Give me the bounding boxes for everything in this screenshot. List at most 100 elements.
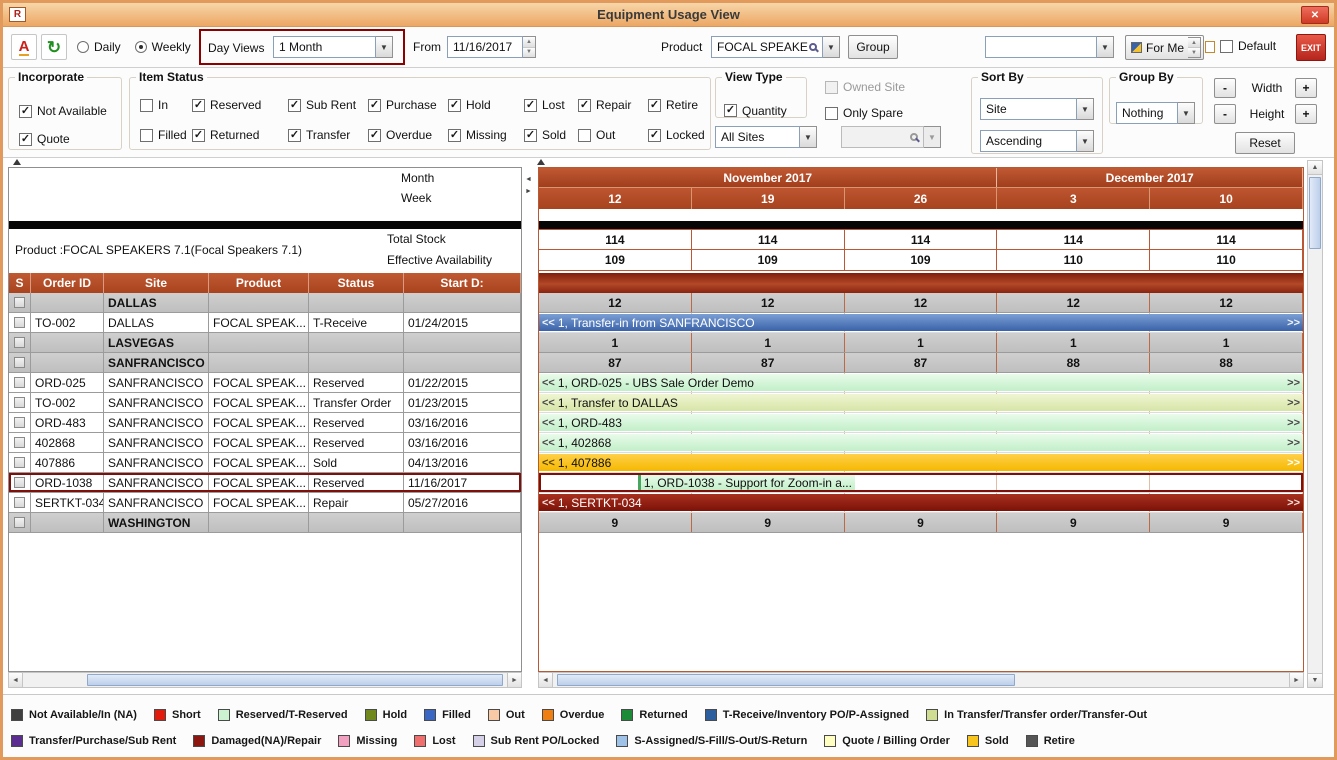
pane-collapse-right-icon[interactable]: ► (525, 188, 532, 196)
column-header-s[interactable]: S (9, 273, 31, 293)
checkbox-sub-rent[interactable]: ✓Sub Rent (288, 98, 368, 112)
sort-direction-combo[interactable]: Ascending ▼ (980, 130, 1094, 152)
left-horizontal-scrollbar[interactable]: ◄ ► (8, 672, 522, 688)
font-tool-button[interactable]: A (11, 34, 37, 60)
row-select-box[interactable] (14, 437, 25, 448)
row-select-box[interactable] (14, 337, 25, 348)
week-header-cell[interactable]: 26 (845, 188, 998, 209)
sort-direction-dropdown-button[interactable]: ▼ (1077, 130, 1094, 152)
table-row[interactable]: SERTKT-034SANFRANCISCOFOCAL SPEAK...Repa… (9, 493, 521, 513)
product-dropdown-button[interactable]: ▼ (823, 36, 840, 58)
quick-search-dropdown-button[interactable]: ▼ (1097, 36, 1114, 58)
radio-daily[interactable]: Daily (77, 40, 121, 54)
group-button[interactable]: Group (848, 35, 898, 59)
usage-bar[interactable]: 1, ORD-1038 - Support for Zoom-in a... (638, 474, 856, 491)
timeline-row[interactable]: <<1, 402868>> (539, 433, 1303, 453)
timeline-row[interactable]: <<1, Transfer-in from SANFRANCISCO>> (539, 313, 1303, 333)
close-button[interactable]: ✕ (1301, 6, 1329, 24)
from-date-value[interactable]: 11/16/2017 (447, 36, 523, 58)
table-row[interactable]: 402868SANFRANCISCOFOCAL SPEAK...Reserved… (9, 433, 521, 453)
month-header-december-2017[interactable]: December 2017 (997, 168, 1303, 187)
column-header-start-d[interactable]: Start D: (404, 273, 521, 293)
timeline-row[interactable]: <<1, ORD-025 - UBS Sale Order Demo>> (539, 373, 1303, 393)
vertical-scrollbar[interactable]: ▲ ▼ (1307, 160, 1323, 688)
checkbox-repair[interactable]: ✓Repair (578, 98, 648, 112)
week-header-cell[interactable]: 12 (539, 188, 692, 209)
week-header-cell[interactable]: 10 (1150, 188, 1303, 209)
height-plus-button[interactable]: + (1295, 104, 1317, 124)
scrollbar-thumb[interactable] (1309, 177, 1321, 249)
usage-bar[interactable]: <<1, 402868>> (539, 434, 1303, 451)
reset-button[interactable]: Reset (1235, 132, 1295, 154)
checkbox-retire[interactable]: ✓Retire (648, 98, 708, 112)
quick-search-value[interactable] (985, 36, 1097, 58)
product-combo[interactable]: FOCAL SPEAKE ▼ (711, 36, 840, 58)
scroll-left-icon[interactable]: ◄ (539, 673, 553, 687)
checkbox-purchase[interactable]: ✓Purchase (368, 98, 448, 112)
row-select-box[interactable] (14, 397, 25, 408)
checkbox-missing[interactable]: ✓Missing (448, 128, 524, 142)
pane-collapse-left-icon[interactable]: ◄ (525, 176, 532, 184)
day-views-value[interactable]: 1 Month (273, 36, 376, 58)
checkbox-lost[interactable]: ✓Lost (524, 98, 578, 112)
sort-field-dropdown-button[interactable]: ▼ (1077, 98, 1094, 120)
splitter-handle-icon[interactable] (537, 159, 545, 165)
table-row[interactable]: 407886SANFRANCISCOFOCAL SPEAK...Sold04/1… (9, 453, 521, 473)
quick-search-combo[interactable]: ▼ (985, 36, 1114, 58)
usage-bar[interactable]: <<1, 407886>> (539, 454, 1303, 471)
column-header-site[interactable]: Site (104, 273, 209, 293)
day-views-combo[interactable]: 1 Month ▼ (273, 36, 393, 58)
refresh-button[interactable]: ↻ (41, 34, 67, 60)
height-minus-button[interactable]: - (1214, 104, 1236, 124)
checkbox-only-spare[interactable]: Only Spare (825, 106, 903, 120)
checkbox-quantity[interactable]: ✓Quantity (724, 104, 787, 118)
sites-combo[interactable]: All Sites ▼ (715, 126, 817, 148)
usage-bar[interactable]: <<1, SERTKT-034>> (539, 494, 1303, 511)
checkbox-hold[interactable]: ✓Hold (448, 98, 524, 112)
row-select-box[interactable] (14, 497, 25, 508)
scroll-up-icon[interactable]: ▲ (1308, 161, 1322, 175)
checkbox-reserved[interactable]: ✓Reserved (192, 98, 288, 112)
from-date-spinner[interactable]: ▲ ▼ (523, 36, 536, 58)
radio-weekly[interactable]: Weekly (135, 40, 191, 54)
group-by-value[interactable]: Nothing (1116, 102, 1178, 124)
row-select-box[interactable] (14, 457, 25, 468)
checkbox-filled[interactable]: Filled (140, 128, 192, 142)
sort-direction-value[interactable]: Ascending (980, 130, 1077, 152)
site-group-row[interactable]: SANFRANCISCO (9, 353, 521, 373)
table-row[interactable]: TO-002SANFRANCISCOFOCAL SPEAK...Transfer… (9, 393, 521, 413)
day-views-dropdown-button[interactable]: ▼ (376, 36, 393, 58)
row-select-box[interactable] (14, 357, 25, 368)
scroll-down-icon[interactable]: ▼ (1308, 673, 1322, 687)
month-header-november-2017[interactable]: November 2017 (539, 168, 997, 187)
width-plus-button[interactable]: + (1295, 78, 1317, 98)
column-header-order-id[interactable]: Order ID (31, 273, 104, 293)
scrollbar-thumb[interactable] (87, 674, 503, 686)
exit-button[interactable]: EXIT (1296, 34, 1326, 61)
checkbox-returned[interactable]: ✓Returned (192, 128, 288, 142)
checkbox-not-available[interactable]: ✓Not Available (19, 104, 107, 118)
checkbox-sold[interactable]: ✓Sold (524, 128, 578, 142)
column-header-product[interactable]: Product (209, 273, 309, 293)
checkbox-transfer[interactable]: ✓Transfer (288, 128, 368, 142)
sort-field-value[interactable]: Site (980, 98, 1077, 120)
right-horizontal-scrollbar[interactable]: ◄ ► (538, 672, 1304, 688)
usage-bar[interactable]: <<1, Transfer to DALLAS>> (539, 394, 1303, 411)
table-row[interactable]: TO-002DALLASFOCAL SPEAK...T-Receive01/24… (9, 313, 521, 333)
checkbox-in[interactable]: In (140, 98, 192, 112)
table-row[interactable]: ORD-483SANFRANCISCOFOCAL SPEAK...Reserve… (9, 413, 521, 433)
usage-bar[interactable]: <<1, ORD-025 - UBS Sale Order Demo>> (539, 374, 1303, 391)
scroll-right-icon[interactable]: ► (507, 673, 521, 687)
width-minus-button[interactable]: - (1214, 78, 1236, 98)
sites-dropdown-button[interactable]: ▼ (800, 126, 817, 148)
table-row[interactable]: ORD-025SANFRANCISCOFOCAL SPEAK...Reserve… (9, 373, 521, 393)
checkbox-quote[interactable]: ✓Quote (19, 132, 107, 146)
group-by-combo[interactable]: Nothing ▼ (1116, 102, 1195, 124)
timeline-row[interactable]: <<1, ORD-483>> (539, 413, 1303, 433)
table-row[interactable]: ORD-1038SANFRANCISCOFOCAL SPEAK...Reserv… (9, 473, 521, 493)
sites-value[interactable]: All Sites (715, 126, 800, 148)
timeline-row[interactable]: <<1, SERTKT-034>> (539, 493, 1303, 513)
sort-field-combo[interactable]: Site ▼ (980, 98, 1094, 120)
group-by-dropdown-button[interactable]: ▼ (1178, 102, 1195, 124)
week-header-cell[interactable]: 19 (692, 188, 845, 209)
